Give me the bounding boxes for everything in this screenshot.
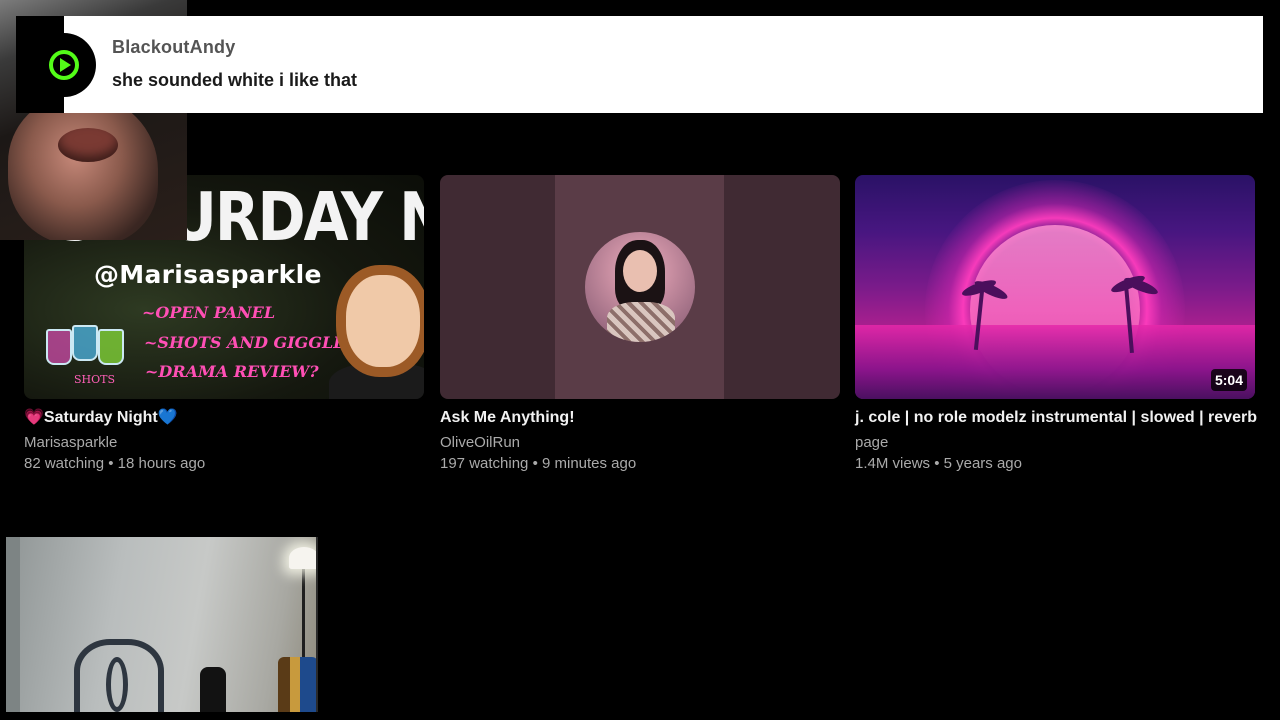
chair-slat <box>106 657 128 712</box>
shot-glass-icon <box>98 329 124 365</box>
avatar-top <box>607 302 675 342</box>
cartoon-body <box>329 363 424 399</box>
thumbnail-handle: @Marisasparkle <box>94 260 322 289</box>
video-channel[interactable]: OliveOilRun <box>440 433 840 453</box>
horizon-haze <box>855 325 1255 399</box>
chat-message: she sounded white i like that <box>112 70 358 90</box>
shot-glass-icon <box>46 329 72 365</box>
video-meta: 197 watching • 9 minutes ago <box>440 455 637 472</box>
door-edge <box>6 537 20 712</box>
video-thumbnail[interactable] <box>440 175 840 399</box>
kick-logo-icon <box>32 33 96 97</box>
video-thumbnail[interactable]: 5:04 <box>855 175 1255 399</box>
video-title[interactable]: Ask Me Anything! <box>440 408 840 428</box>
streamer-face <box>8 95 158 240</box>
chat-username: BlackoutAndy <box>112 37 236 57</box>
floor-lamp-icon <box>289 547 316 569</box>
video-card-ask-me-anything[interactable]: Ask Me Anything! OliveOilRun 197 watchin… <box>440 175 840 474</box>
microphone-icon <box>200 667 226 712</box>
thumbnail-agenda-item: ~DRAMA REVIEW? <box>145 362 319 381</box>
roomcam-overlay <box>6 537 318 712</box>
video-title[interactable]: j. cole | no role modelz instrumental | … <box>855 408 1257 428</box>
shot-glass-icon <box>72 325 98 361</box>
video-channel[interactable]: Marisasparkle <box>24 433 424 453</box>
thumbnail-shots-label: SHOTS <box>74 373 116 386</box>
chat-notification: BlackoutAndy she sounded white i like th… <box>16 16 1263 113</box>
video-meta: 1.4M views • 5 years ago <box>855 455 1022 472</box>
avatar-face <box>623 250 657 292</box>
bottles <box>278 657 316 712</box>
video-card-no-role-modelz[interactable]: 5:04 j. cole | no role modelz instrument… <box>855 175 1257 474</box>
channel-avatar-image <box>585 232 695 342</box>
thumbnail-agenda-item: ~SHOTS AND GIGGLES <box>144 333 358 352</box>
streamer-mouth <box>58 128 118 162</box>
video-meta: 82 watching • 18 hours ago <box>24 455 206 472</box>
thumbnail-agenda-item: ~OPEN PANEL <box>142 303 276 322</box>
duration-badge: 5:04 <box>1210 369 1247 391</box>
cartoon-avatar <box>346 275 420 367</box>
video-title[interactable]: 💗Saturday Night💙 <box>24 408 424 428</box>
video-channel[interactable]: page <box>855 433 1255 453</box>
